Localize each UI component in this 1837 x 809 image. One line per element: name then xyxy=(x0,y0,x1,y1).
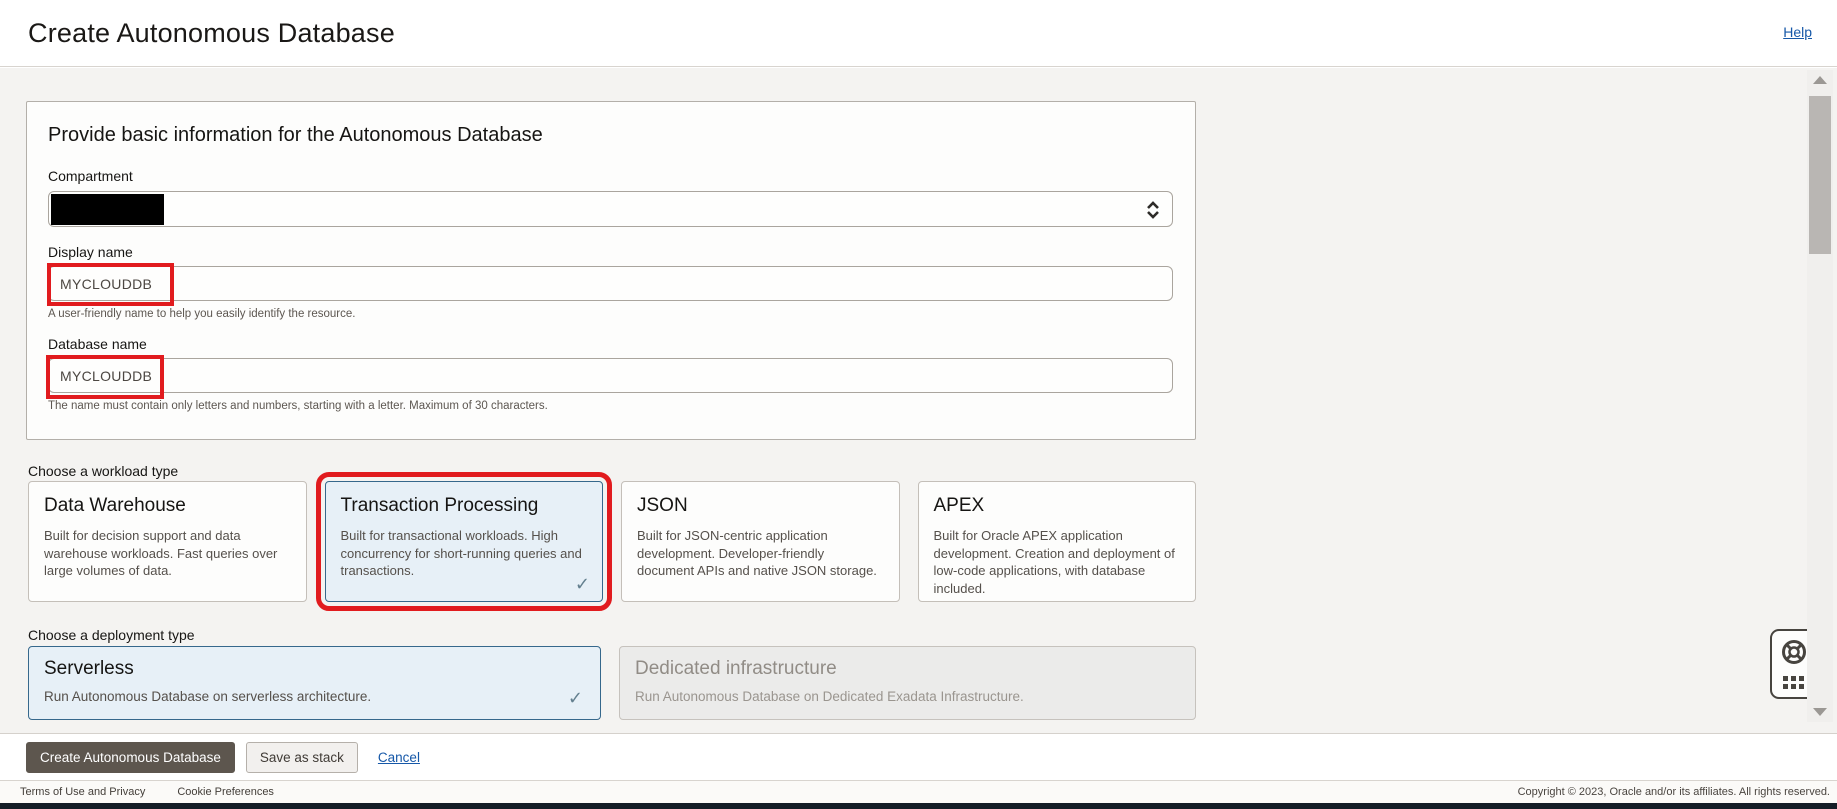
life-ring-icon xyxy=(1780,638,1808,671)
footer-links: Terms of Use and Privacy Cookie Preferen… xyxy=(20,786,274,798)
content-area: Provide basic information for the Autono… xyxy=(0,68,1837,733)
card-title: APEX xyxy=(933,495,985,516)
card-title: Serverless xyxy=(44,658,134,679)
bottom-strip xyxy=(0,803,1837,809)
scrollbar-thumb[interactable] xyxy=(1809,96,1831,254)
deployment-card-row: Serverless Run Autonomous Database on se… xyxy=(28,646,1196,720)
select-stepper-icon xyxy=(1145,200,1161,225)
display-name-helper: A user-friendly name to help you easily … xyxy=(48,308,356,320)
card-description: Built for transactional workloads. High … xyxy=(340,528,582,579)
database-name-input[interactable]: MYCLOUDDB xyxy=(46,355,1173,399)
compartment-label: Compartment xyxy=(48,168,133,184)
workload-card-transaction-processing[interactable]: Transaction Processing Built for transac… xyxy=(315,472,612,611)
card-description: Built for Oracle APEX application develo… xyxy=(933,528,1175,596)
redacted-compartment-value xyxy=(51,194,164,225)
workload-card-json[interactable]: JSON Built for JSON-centric application … xyxy=(621,481,900,602)
deployment-card-serverless[interactable]: Serverless Run Autonomous Database on se… xyxy=(28,646,601,720)
deployment-type-label: Choose a deployment type xyxy=(28,627,195,643)
card-description: Run Autonomous Database on Dedicated Exa… xyxy=(635,689,1024,704)
card-description: Built for decision support and data ware… xyxy=(44,528,278,579)
database-name-helper: The name must contain only letters and n… xyxy=(48,400,548,412)
page-header: Create Autonomous Database Help xyxy=(0,0,1837,67)
deployment-card-dedicated-infrastructure: Dedicated infrastructure Run Autonomous … xyxy=(619,646,1196,720)
check-icon: ✓ xyxy=(574,574,590,594)
card-title: Dedicated infrastructure xyxy=(635,658,837,679)
basic-info-panel: Provide basic information for the Autono… xyxy=(26,101,1196,440)
card-title: Data Warehouse xyxy=(44,495,186,516)
action-bar: Create Autonomous Database Save as stack… xyxy=(0,733,1837,780)
workload-card-apex[interactable]: APEX Built for Oracle APEX application d… xyxy=(917,481,1196,602)
save-as-stack-button[interactable]: Save as stack xyxy=(245,741,358,773)
scroll-up-button[interactable] xyxy=(1807,70,1833,90)
scroll-up-icon xyxy=(1813,76,1827,84)
compartment-select[interactable] xyxy=(48,191,1173,227)
database-name-value: MYCLOUDDB xyxy=(60,368,153,384)
card-description: Run Autonomous Database on serverless ar… xyxy=(44,689,372,704)
basic-info-heading: Provide basic information for the Autono… xyxy=(48,124,543,146)
card-title: JSON xyxy=(637,495,688,516)
workload-card-row: Data Warehouse Built for decision suppor… xyxy=(28,472,1196,611)
create-autonomous-database-button[interactable]: Create Autonomous Database xyxy=(26,741,235,773)
display-name-value: MYCLOUDDB xyxy=(60,276,153,292)
dots-grid-icon xyxy=(1783,676,1804,689)
help-link[interactable]: Help xyxy=(1783,24,1812,40)
workload-card-data-warehouse[interactable]: Data Warehouse Built for decision suppor… xyxy=(28,481,307,602)
page-footer: Terms of Use and Privacy Cookie Preferen… xyxy=(0,780,1837,803)
cancel-link[interactable]: Cancel xyxy=(378,750,420,765)
scroll-down-icon xyxy=(1813,708,1827,716)
check-icon: ✓ xyxy=(567,688,583,708)
workload-type-label: Choose a workload type xyxy=(28,463,179,479)
card-title: Transaction Processing xyxy=(340,495,539,516)
page-title: Create Autonomous Database xyxy=(28,18,395,48)
vertical-scrollbar[interactable] xyxy=(1807,70,1833,722)
copyright-text: Copyright © 2023, Oracle and/or its affi… xyxy=(1517,786,1830,798)
display-name-label: Display name xyxy=(48,244,133,260)
display-name-input[interactable]: MYCLOUDDB xyxy=(47,263,1173,306)
database-name-label: Database name xyxy=(48,336,147,352)
terms-of-use-link[interactable]: Terms of Use and Privacy xyxy=(20,786,145,798)
scroll-down-button[interactable] xyxy=(1807,702,1833,722)
card-description: Built for JSON-centric application devel… xyxy=(637,528,877,579)
cookie-preferences-link[interactable]: Cookie Preferences xyxy=(177,786,274,798)
